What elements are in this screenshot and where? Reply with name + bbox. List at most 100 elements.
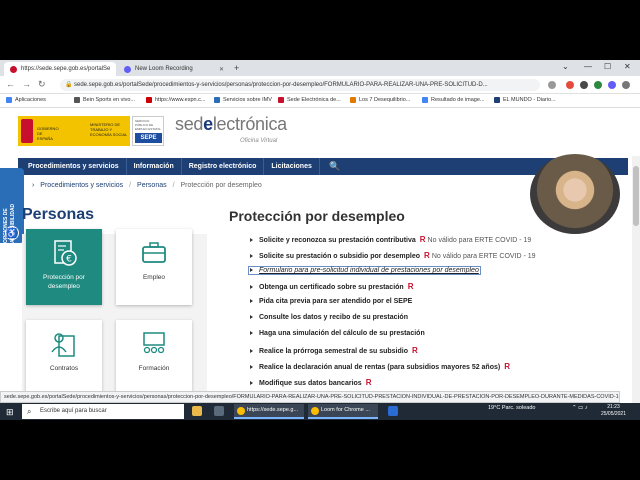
word-icon[interactable]: [388, 406, 398, 416]
bookmark-label: Sede Electrónica de...: [287, 97, 341, 103]
link-simulacion[interactable]: Haga una simulación del cálculo de su pr…: [250, 330, 425, 337]
forward-icon[interactable]: →: [22, 79, 31, 89]
close-tab-icon[interactable]: ✕: [110, 66, 116, 73]
maximize-button[interactable]: ☐: [604, 62, 611, 71]
bookmark-item[interactable]: Bein Sports en vivo...: [74, 97, 135, 103]
nav-registro[interactable]: Registro electrónico: [182, 158, 265, 175]
extension-icon[interactable]: [566, 81, 574, 89]
back-icon[interactable]: ←: [6, 79, 15, 89]
clock-time: 21:23: [607, 404, 620, 410]
breadcrumb-personas[interactable]: Personas: [137, 182, 167, 189]
breadcrumb-procedimientos[interactable]: Procedimientos y servicios: [40, 182, 123, 189]
bullet-icon: [250, 331, 253, 336]
bookmark-label: Aplicaciones: [15, 97, 46, 103]
bookmark-icon: [146, 97, 152, 103]
registro-icon: R: [365, 378, 372, 387]
search-placeholder: Escribe aquí para buscar: [40, 408, 107, 414]
clock[interactable]: 21:23 25/05/2021: [601, 404, 626, 418]
taskbar-search-input[interactable]: ⌕ Escribe aquí para buscar: [22, 404, 184, 419]
bookmark-item[interactable]: Resultado de image...: [422, 97, 485, 103]
euro-document-icon: €: [54, 240, 77, 266]
breadcrumb: › Procedimientos y servicios / Personas …: [32, 182, 262, 189]
accessibility-options-tab[interactable]: OPCIONES DE ACCESIBILIDAD ♿: [0, 168, 24, 243]
browser-tab-loom[interactable]: New Loom Recording ✕: [118, 62, 230, 76]
scrollbar[interactable]: [632, 156, 640, 403]
calculator-icon[interactable]: [214, 406, 224, 416]
windows-start-icon[interactable]: ⊞: [6, 407, 14, 418]
status-bar-url: sede.sepe.gob.es/portalSede/procedimient…: [0, 391, 620, 403]
card-proteccion-desempleo[interactable]: € Protección por desempleo: [26, 229, 102, 305]
extension-icon[interactable]: [594, 81, 602, 89]
page-title: Protección por desempleo: [229, 208, 405, 224]
chrome-icon: [311, 407, 319, 415]
gobierno-logo[interactable]: GOBIERNO DE ESPAÑA MINISTERIO DE TRABAJO…: [18, 116, 130, 146]
taskbar-app-label: https://sede.sepe.g...: [247, 407, 299, 413]
star-icon[interactable]: [548, 81, 556, 89]
registro-icon: R: [407, 282, 414, 291]
card-formacion[interactable]: Formación: [116, 320, 192, 396]
bullet-icon: [250, 315, 253, 320]
link-declaracion-rentas[interactable]: Realice la declaración anual de rentas (…: [250, 362, 510, 371]
webcam-overlay: [530, 154, 620, 234]
link-prestacion-subsidio[interactable]: Solicite su prestación o subsidio por de…: [250, 251, 536, 260]
link-formulario-pre-solicitud[interactable]: Formulario para pre-solicitud individual…: [248, 266, 481, 275]
bookmark-item[interactable]: EL MUNDO - Diario...: [494, 97, 556, 103]
link-certificado[interactable]: Obtenga un certificado sobre su prestaci…: [250, 282, 413, 291]
card-label: Protección por desempleo: [43, 274, 85, 290]
link-text: Solicite su prestación o subsidio por de…: [259, 253, 421, 260]
coat-of-arms-icon: [21, 119, 33, 143]
taskbar-app-chrome-sepe[interactable]: https://sede.sepe.g...: [234, 404, 304, 419]
link-prorroga[interactable]: Realice la prórroga semestral de su subs…: [250, 346, 418, 355]
weather-widget[interactable]: 19°C Parc. soleado: [488, 405, 535, 411]
home-icon[interactable]: ›: [32, 182, 34, 189]
minimize-button[interactable]: —: [584, 62, 592, 71]
bookmark-item[interactable]: Sede Electrónica de...: [278, 97, 341, 103]
nav-informacion[interactable]: Información: [127, 158, 182, 175]
bookmark-item[interactable]: https://www.espn.c...: [146, 97, 205, 103]
card-contratos[interactable]: Contratos: [26, 320, 102, 396]
registro-icon: R: [424, 251, 430, 260]
menu-icon[interactable]: [622, 81, 630, 89]
bookmark-item[interactable]: Servicios sobre IMV: [214, 97, 272, 103]
scrollbar-thumb[interactable]: [633, 166, 639, 226]
file-explorer-icon[interactable]: [192, 406, 202, 416]
search-icon[interactable]: 🔍: [320, 158, 350, 175]
card-empleo[interactable]: Empleo: [116, 229, 192, 305]
browser-tab-sepe[interactable]: https://sede.sepe.gob.es/portalSe ✕: [4, 62, 116, 76]
close-window-button[interactable]: ✕: [624, 62, 631, 71]
loom-favicon: [124, 65, 131, 73]
bookmark-label: Servicios sobre IMV: [223, 97, 272, 103]
bookmark-icon: [494, 97, 500, 103]
link-datos-bancarios[interactable]: Modifique sus datos bancarios R: [250, 378, 371, 387]
nav-licitaciones[interactable]: Licitaciones: [264, 158, 320, 175]
tab-search-icon[interactable]: ⌄: [562, 62, 569, 71]
sepe-logo[interactable]: SERVICIO PÚBLICO DE EMPLEO ESTATAL SEPE: [132, 116, 164, 146]
link-cita-previa[interactable]: Pida cita previa para ser atendido por e…: [250, 298, 412, 305]
close-tab-icon[interactable]: ✕: [213, 66, 224, 73]
section-title-personas: Personas: [22, 206, 95, 223]
browser-tab-bar: https://sede.sepe.gob.es/portalSe ✕ New …: [0, 60, 640, 76]
taskbar-app-label: Loom for Chrome ...: [321, 407, 370, 413]
url-input[interactable]: 🔒 sede.sepe.gob.es/portalSede/procedimie…: [60, 79, 540, 91]
link-prestacion-contributiva[interactable]: Solicite y reconozca su prestación contr…: [250, 235, 531, 244]
sepe-small-text: SERVICIO PÚBLICO DE EMPLEO ESTATAL: [135, 119, 162, 131]
bullet-icon: [250, 365, 253, 370]
new-tab-button[interactable]: +: [234, 63, 239, 73]
link-text: Formulario para pre-solicitud individual…: [259, 267, 479, 274]
taskbar-app-chrome-loom[interactable]: Loom for Chrome ...: [308, 404, 378, 419]
extension-icon[interactable]: [580, 81, 588, 89]
nav-procedimientos[interactable]: Procedimientos y servicios: [18, 158, 127, 175]
screen: https://sede.sepe.gob.es/portalSe ✕ New …: [0, 60, 640, 420]
loom-extension-icon[interactable]: [608, 81, 616, 89]
bookmark-item[interactable]: Los 7 Desequilibrio...: [350, 97, 410, 103]
tray-icons[interactable]: ⌃ ▭ ♪: [572, 405, 588, 411]
reload-icon[interactable]: ↻: [38, 79, 46, 90]
breadcrumb-separator: /: [172, 182, 175, 189]
link-consulte-datos[interactable]: Consulte los datos y recibo de su presta…: [250, 314, 408, 321]
bullet-icon: [250, 285, 253, 290]
sede-electronica-logo[interactable]: sedelectrónica: [175, 114, 287, 135]
breadcrumb-separator: /: [129, 182, 132, 189]
address-bar-row: ← → ↻ 🔒 sede.sepe.gob.es/portalSede/proc…: [0, 76, 640, 94]
bullet-icon: [250, 381, 253, 386]
bookmark-apps[interactable]: Aplicaciones: [6, 97, 46, 103]
